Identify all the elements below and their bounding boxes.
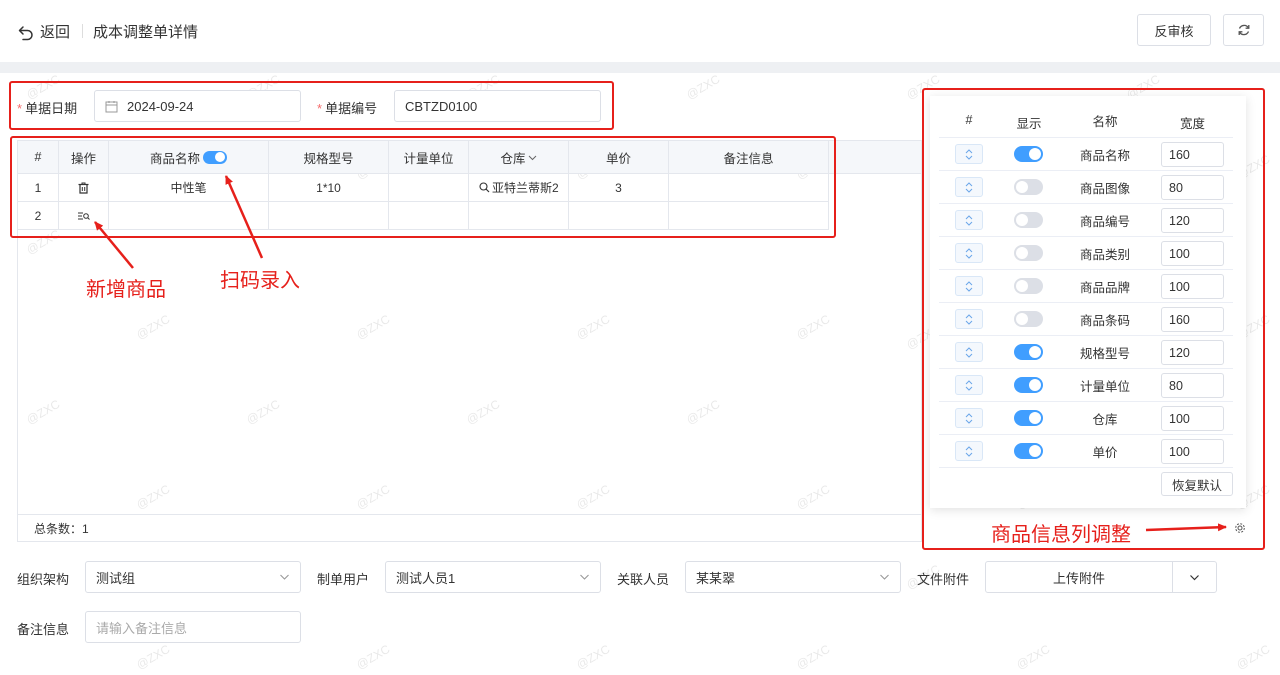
arrow-add-product — [94, 221, 134, 269]
annotation-arrows — [94, 175, 1227, 532]
annotation-add-product: 新增商品 — [86, 279, 166, 301]
annotation-scan-entry: 扫码录入 — [220, 270, 300, 292]
arrow-scan-entry — [224, 175, 264, 259]
arrow-column-adjust — [1145, 523, 1227, 532]
annotation-column-adjust: 商品信息列调整 — [991, 524, 1131, 546]
